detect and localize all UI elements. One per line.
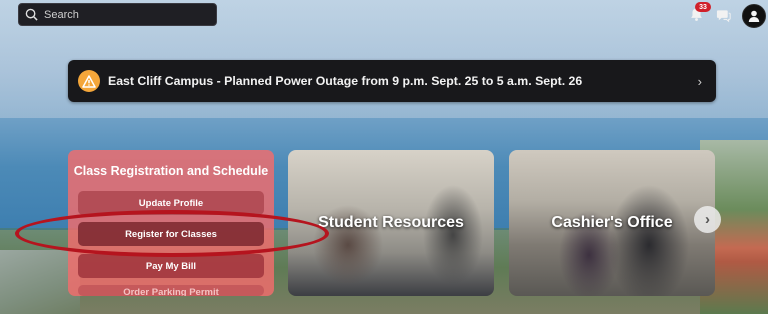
student-resources-label: Student Resources (318, 214, 464, 231)
carousel-next-button[interactable]: › (694, 206, 721, 233)
search-icon (25, 8, 38, 21)
notification-count-badge: 33 (695, 2, 711, 12)
announcement-text: East Cliff Campus - Planned Power Outage… (108, 74, 583, 88)
student-resources-card[interactable]: Student Resources (288, 150, 494, 296)
user-avatar-button[interactable] (742, 4, 766, 28)
card-title: Class Registration and Schedule (73, 164, 269, 178)
search-bar[interactable] (18, 3, 217, 26)
highlight-annotation-oval (15, 210, 329, 257)
user-avatar-icon (748, 10, 760, 22)
pay-my-bill-button[interactable]: Pay My Bill (78, 254, 264, 278)
search-input[interactable] (42, 7, 206, 22)
outage-announcement[interactable]: East Cliff Campus - Planned Power Outage… (68, 60, 716, 102)
chevron-right-icon: › (705, 211, 710, 228)
cashiers-office-label: Cashier's Office (551, 214, 673, 231)
cashiers-office-card[interactable]: Cashier's Office (509, 150, 715, 296)
messages-button[interactable] (715, 7, 731, 23)
order-parking-permit-button[interactable]: Order Parking Permit (78, 285, 264, 296)
chat-icon (716, 9, 731, 22)
chevron-right-icon: › (697, 73, 702, 89)
warning-icon (78, 70, 100, 92)
